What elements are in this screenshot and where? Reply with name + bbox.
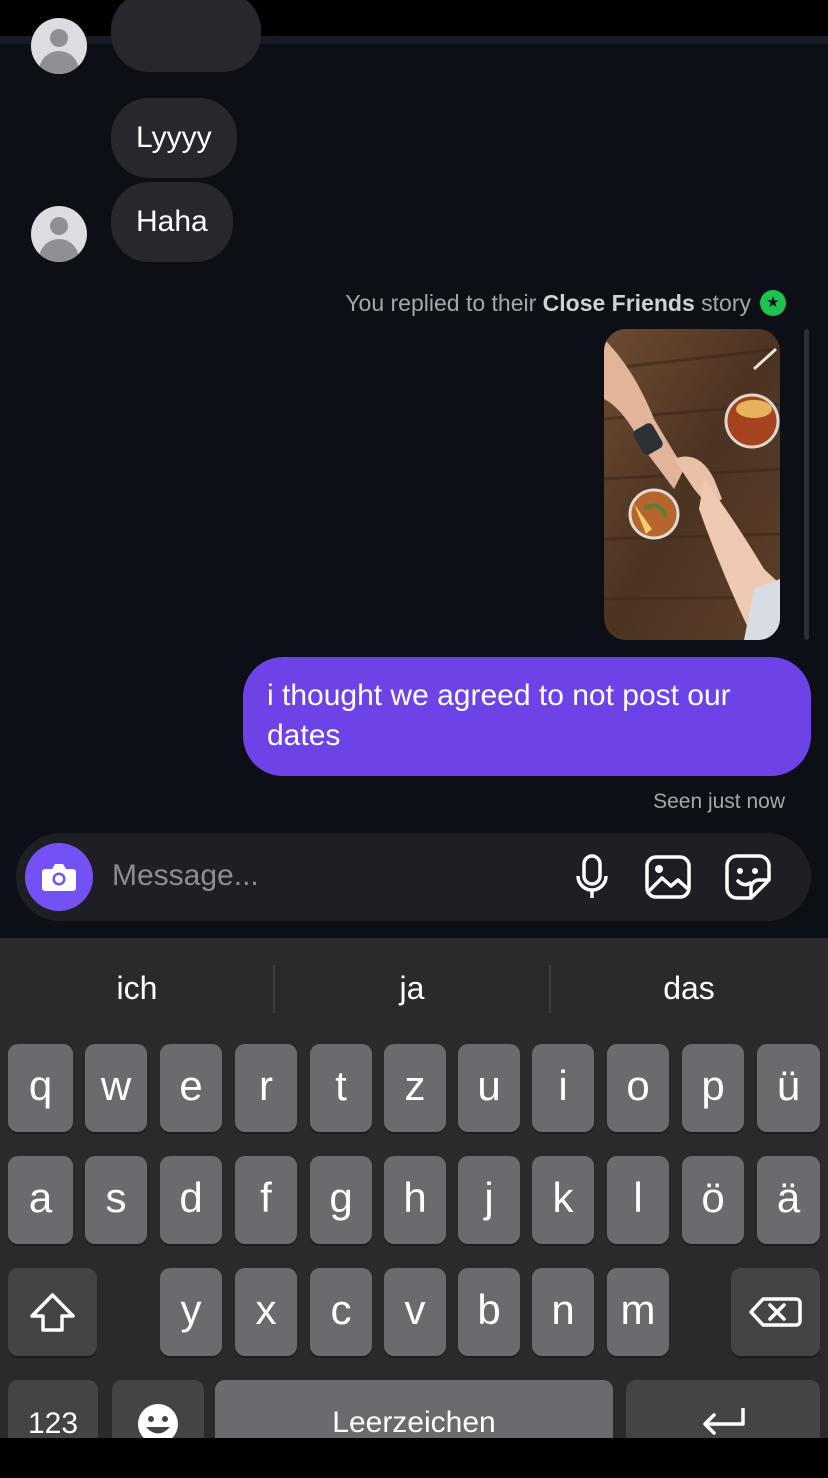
key-z[interactable]: z: [384, 1044, 446, 1132]
avatar[interactable]: [31, 18, 87, 74]
key-s[interactable]: s: [85, 1156, 147, 1244]
key-y[interactable]: y: [160, 1268, 222, 1356]
close-friends-star-icon: ★: [760, 290, 786, 316]
key-v[interactable]: v: [384, 1268, 446, 1356]
seen-status: Seen just now: [653, 790, 785, 813]
key-e[interactable]: e: [160, 1044, 222, 1132]
key-i[interactable]: i: [532, 1044, 594, 1132]
key-g[interactable]: g: [310, 1156, 372, 1244]
message-input[interactable]: [112, 853, 542, 899]
delete-key[interactable]: [731, 1268, 820, 1356]
key-ue[interactable]: ü: [757, 1044, 820, 1132]
message-bubble-incoming[interactable]: Lyyyy: [111, 98, 237, 178]
key-o[interactable]: o: [607, 1044, 669, 1132]
key-l[interactable]: l: [607, 1156, 669, 1244]
message-bubble-incoming-partial[interactable]: [111, 0, 261, 72]
close-friends-label: Close Friends: [542, 290, 695, 316]
image-icon: [645, 855, 691, 899]
shift-key[interactable]: [8, 1268, 97, 1356]
key-d[interactable]: d: [160, 1156, 222, 1244]
key-r[interactable]: r: [235, 1044, 297, 1132]
story-progress-bar: [804, 329, 809, 640]
shift-icon: [30, 1293, 75, 1332]
message-text: Haha: [136, 205, 208, 238]
suggestion-ich[interactable]: ich: [0, 955, 274, 1021]
key-w[interactable]: w: [85, 1044, 147, 1132]
story-reply-suffix: story: [701, 290, 751, 316]
message-bubble-outgoing[interactable]: i thought we agreed to not post our date…: [243, 657, 811, 776]
message-bubble-incoming[interactable]: Haha: [111, 182, 233, 262]
key-u[interactable]: u: [458, 1044, 520, 1132]
key-f[interactable]: f: [235, 1156, 297, 1244]
message-text: i thought we agreed to not post our date…: [267, 679, 731, 752]
microphone-icon: [576, 854, 608, 898]
microphone-button[interactable]: [567, 852, 617, 902]
story-thumbnail[interactable]: [604, 329, 780, 640]
key-m[interactable]: m: [607, 1268, 669, 1356]
key-c[interactable]: c: [310, 1268, 372, 1356]
sticker-button[interactable]: [723, 852, 773, 902]
sticker-icon: [725, 854, 771, 900]
camera-button[interactable]: [25, 843, 93, 911]
key-k[interactable]: k: [532, 1156, 594, 1244]
key-oe[interactable]: ö: [682, 1156, 744, 1244]
key-b[interactable]: b: [458, 1268, 520, 1356]
camera-icon: [42, 864, 76, 891]
key-q[interactable]: q: [8, 1044, 73, 1132]
message-text: Lyyyy: [136, 121, 212, 154]
avatar[interactable]: [31, 206, 87, 262]
key-x[interactable]: x: [235, 1268, 297, 1356]
story-reply-prefix: You replied to their: [345, 290, 537, 316]
backspace-icon: [749, 1297, 802, 1327]
suggestion-divider: [549, 965, 551, 1013]
key-h[interactable]: h: [384, 1156, 446, 1244]
key-t[interactable]: t: [310, 1044, 372, 1132]
home-indicator-area: [0, 1438, 828, 1472]
key-n[interactable]: n: [532, 1268, 594, 1356]
suggestion-ja[interactable]: ja: [275, 955, 549, 1021]
story-reply-notice: You replied to their Close Friends story…: [345, 287, 786, 319]
key-a[interactable]: a: [8, 1156, 73, 1244]
gallery-button[interactable]: [643, 852, 693, 902]
key-ae[interactable]: ä: [757, 1156, 820, 1244]
key-j[interactable]: j: [458, 1156, 520, 1244]
suggestion-das[interactable]: das: [552, 955, 826, 1021]
key-p[interactable]: p: [682, 1044, 744, 1132]
